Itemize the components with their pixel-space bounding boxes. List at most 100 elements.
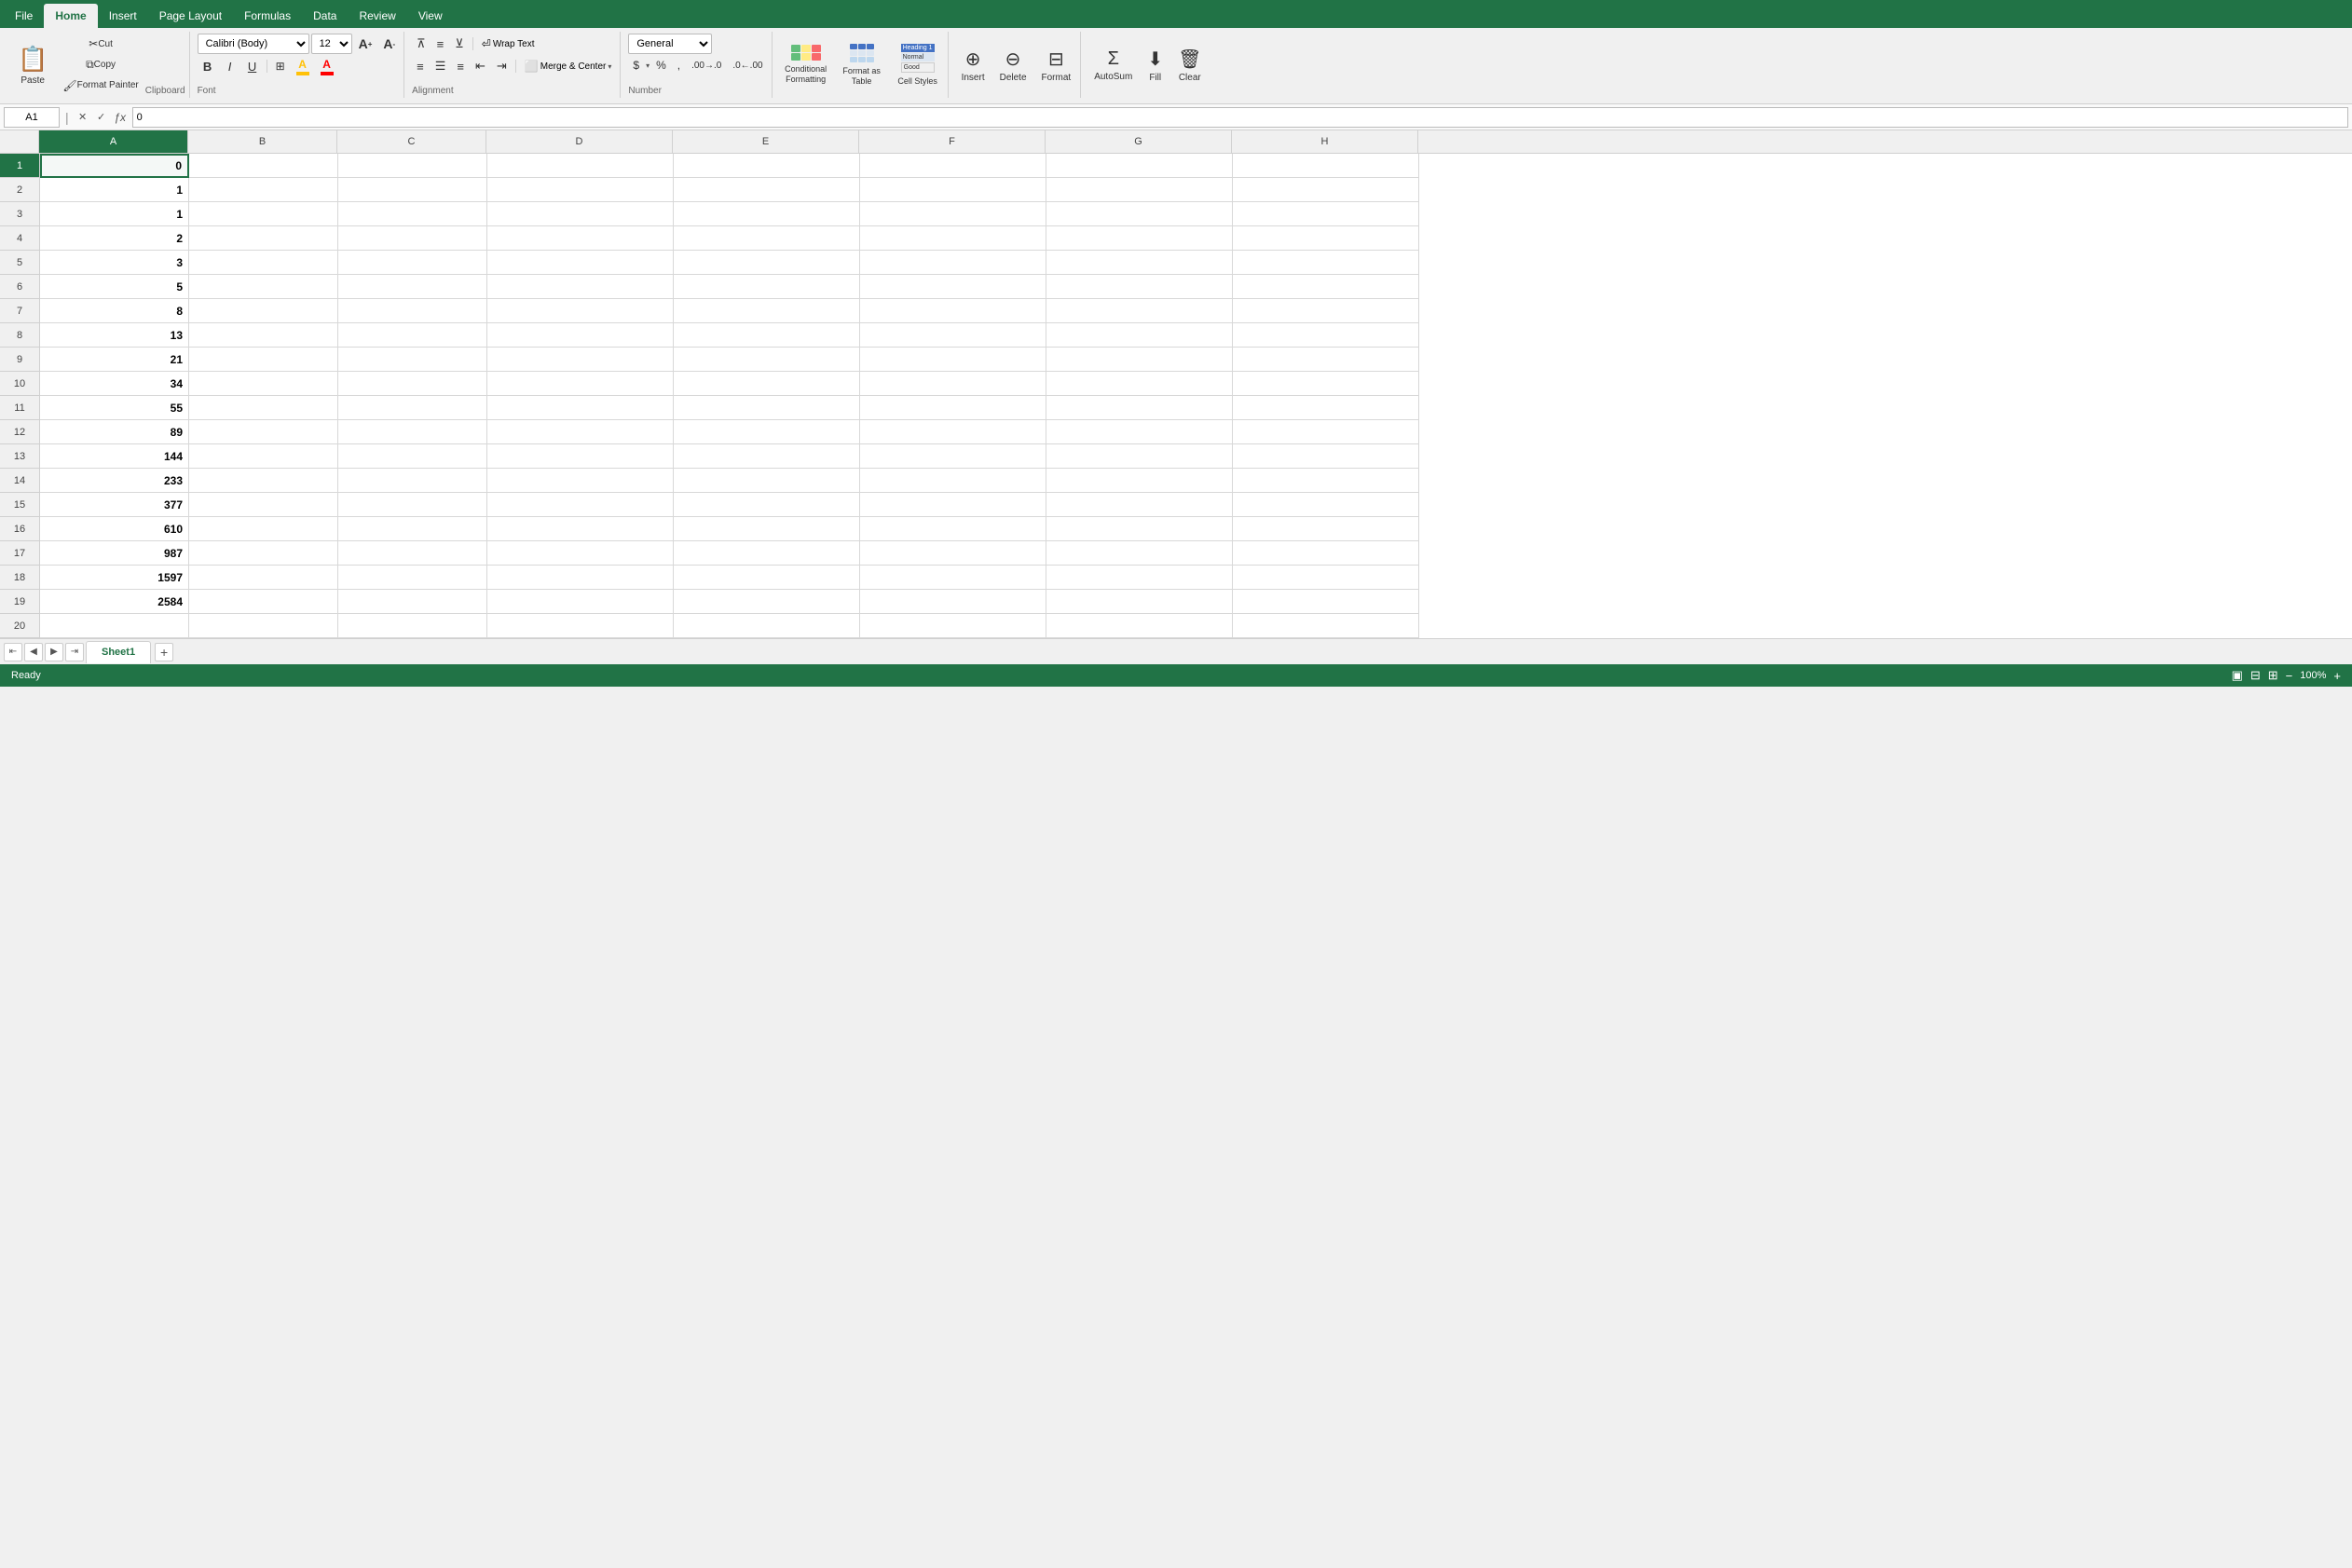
cell-a9[interactable]: 21 (40, 348, 189, 372)
cell-a4[interactable]: 2 (40, 226, 189, 251)
delete-cells-button[interactable]: ⊖ Delete (994, 39, 1032, 91)
cell-f4[interactable] (860, 226, 1046, 251)
page-break-icon[interactable]: ⊞ (2268, 668, 2278, 683)
cell-b20[interactable] (189, 614, 338, 638)
cell-a12[interactable]: 89 (40, 420, 189, 444)
cell-g8[interactable] (1046, 323, 1233, 348)
row-header-5[interactable]: 5 (0, 251, 39, 275)
percent-button[interactable]: % (651, 56, 671, 75)
cell-f7[interactable] (860, 299, 1046, 323)
cell-c17[interactable] (338, 541, 487, 566)
format-as-table-button[interactable]: Format as Table (836, 37, 888, 93)
cell-c5[interactable] (338, 251, 487, 275)
font-name-select[interactable]: Calibri (Body) Arial Times New Roman (198, 34, 309, 54)
cell-a18[interactable]: 1597 (40, 566, 189, 590)
row-header-4[interactable]: 4 (0, 226, 39, 251)
cell-h13[interactable] (1233, 444, 1419, 469)
align-bottom-button[interactable]: ⊻ (450, 34, 469, 53)
normal-view-icon[interactable]: ▣ (2232, 668, 2243, 683)
cell-g16[interactable] (1046, 517, 1233, 541)
cell-d2[interactable] (487, 178, 674, 202)
cell-b11[interactable] (189, 396, 338, 420)
font-color-button[interactable]: A (316, 57, 338, 75)
cell-b9[interactable] (189, 348, 338, 372)
cell-e12[interactable] (674, 420, 860, 444)
row-header-7[interactable]: 7 (0, 299, 39, 323)
cell-e3[interactable] (674, 202, 860, 226)
cell-b15[interactable] (189, 493, 338, 517)
sheet-nav-next[interactable]: ▶ (45, 643, 63, 661)
cell-d6[interactable] (487, 275, 674, 299)
cell-d16[interactable] (487, 517, 674, 541)
cell-d1[interactable] (487, 154, 674, 178)
cell-d4[interactable] (487, 226, 674, 251)
cell-g20[interactable] (1046, 614, 1233, 638)
cell-b5[interactable] (189, 251, 338, 275)
cell-e6[interactable] (674, 275, 860, 299)
italic-button[interactable]: I (220, 56, 240, 76)
zoom-in-button[interactable]: + (2333, 669, 2341, 683)
cell-e11[interactable] (674, 396, 860, 420)
cell-g9[interactable] (1046, 348, 1233, 372)
cell-g13[interactable] (1046, 444, 1233, 469)
autosum-button[interactable]: Σ AutoSum (1088, 39, 1138, 91)
cell-b19[interactable] (189, 590, 338, 614)
cell-f12[interactable] (860, 420, 1046, 444)
cell-b10[interactable] (189, 372, 338, 396)
cell-d11[interactable] (487, 396, 674, 420)
cell-h17[interactable] (1233, 541, 1419, 566)
cell-f11[interactable] (860, 396, 1046, 420)
row-header-11[interactable]: 11 (0, 396, 39, 420)
bold-button[interactable]: B (198, 56, 218, 76)
cell-h11[interactable] (1233, 396, 1419, 420)
cell-g1[interactable] (1046, 154, 1233, 178)
cell-f1[interactable] (860, 154, 1046, 178)
comma-button[interactable]: , (673, 56, 685, 75)
number-format-select[interactable]: General Number Currency Accounting Short… (628, 34, 712, 54)
paste-button[interactable]: 📋 Paste (9, 34, 56, 96)
cell-f20[interactable] (860, 614, 1046, 638)
cell-d18[interactable] (487, 566, 674, 590)
row-header-9[interactable]: 9 (0, 348, 39, 372)
tab-formulas[interactable]: Formulas (233, 4, 302, 28)
increase-decimal-button[interactable]: .00→.0 (687, 56, 726, 75)
row-header-2[interactable]: 2 (0, 178, 39, 202)
cell-e2[interactable] (674, 178, 860, 202)
col-header-c[interactable]: C (337, 130, 486, 153)
tab-file[interactable]: File (4, 4, 44, 28)
tab-view[interactable]: View (407, 4, 454, 28)
cell-d7[interactable] (487, 299, 674, 323)
cell-d13[interactable] (487, 444, 674, 469)
cell-h1[interactable] (1233, 154, 1419, 178)
cell-a5[interactable]: 3 (40, 251, 189, 275)
cancel-formula-button[interactable]: ✕ (75, 109, 91, 126)
corner-cell[interactable] (0, 130, 39, 153)
cell-f17[interactable] (860, 541, 1046, 566)
insert-function-button[interactable]: ƒx (112, 109, 129, 126)
cell-a11[interactable]: 55 (40, 396, 189, 420)
row-header-14[interactable]: 14 (0, 469, 39, 493)
cell-c18[interactable] (338, 566, 487, 590)
cell-e17[interactable] (674, 541, 860, 566)
cell-f10[interactable] (860, 372, 1046, 396)
row-header-12[interactable]: 12 (0, 420, 39, 444)
fill-color-button[interactable]: A (292, 57, 314, 75)
cell-g3[interactable] (1046, 202, 1233, 226)
cell-f6[interactable] (860, 275, 1046, 299)
tab-data[interactable]: Data (302, 4, 348, 28)
col-header-a[interactable]: A (39, 130, 188, 153)
cell-c9[interactable] (338, 348, 487, 372)
wrap-text-button[interactable]: ⏎ Wrap Text (477, 34, 540, 54)
cell-a14[interactable]: 233 (40, 469, 189, 493)
align-left-button[interactable]: ≡ (412, 57, 429, 75)
cell-g12[interactable] (1046, 420, 1233, 444)
cell-b18[interactable] (189, 566, 338, 590)
row-header-18[interactable]: 18 (0, 566, 39, 590)
formula-input[interactable] (132, 107, 2348, 128)
cell-a19[interactable]: 2584 (40, 590, 189, 614)
cell-h6[interactable] (1233, 275, 1419, 299)
cell-f3[interactable] (860, 202, 1046, 226)
cell-f19[interactable] (860, 590, 1046, 614)
cell-c2[interactable] (338, 178, 487, 202)
cell-g14[interactable] (1046, 469, 1233, 493)
